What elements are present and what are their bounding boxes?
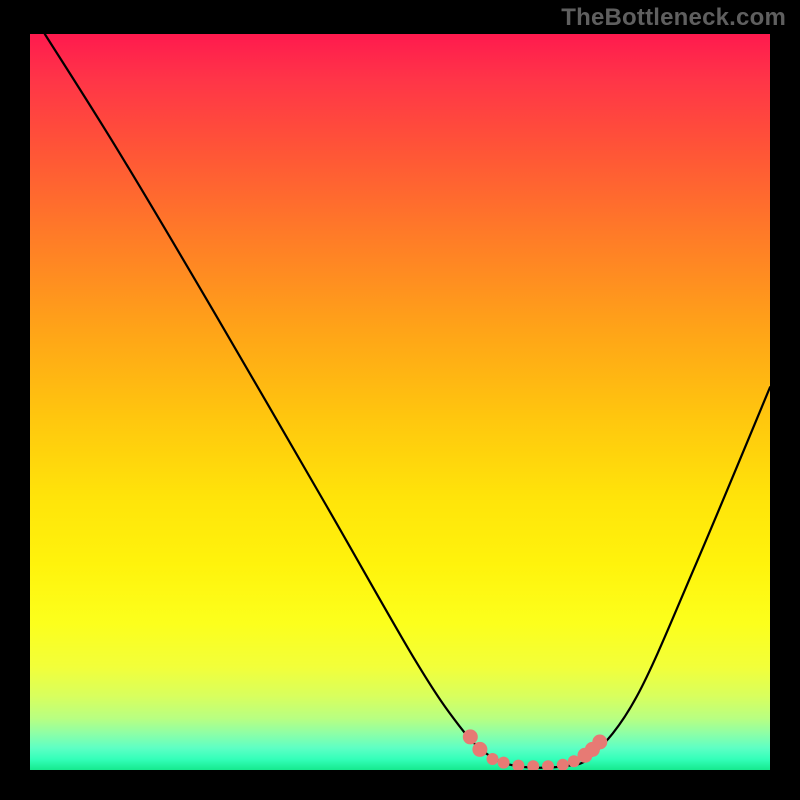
watermark-text: TheBottleneck.com <box>561 4 786 32</box>
marker-group <box>463 729 608 770</box>
curve-marker <box>527 760 539 770</box>
curve-marker <box>592 735 607 750</box>
curve-marker <box>512 760 524 770</box>
plot-area <box>30 34 770 770</box>
curve-marker <box>487 753 499 765</box>
curve-marker <box>472 742 487 757</box>
chart-container: TheBottleneck.com <box>0 0 800 800</box>
curve-svg <box>30 34 770 770</box>
curve-marker <box>498 757 510 769</box>
curve-marker <box>542 760 554 770</box>
curve-marker <box>557 759 569 770</box>
curve-marker <box>463 729 478 744</box>
bottleneck-curve <box>45 34 770 768</box>
